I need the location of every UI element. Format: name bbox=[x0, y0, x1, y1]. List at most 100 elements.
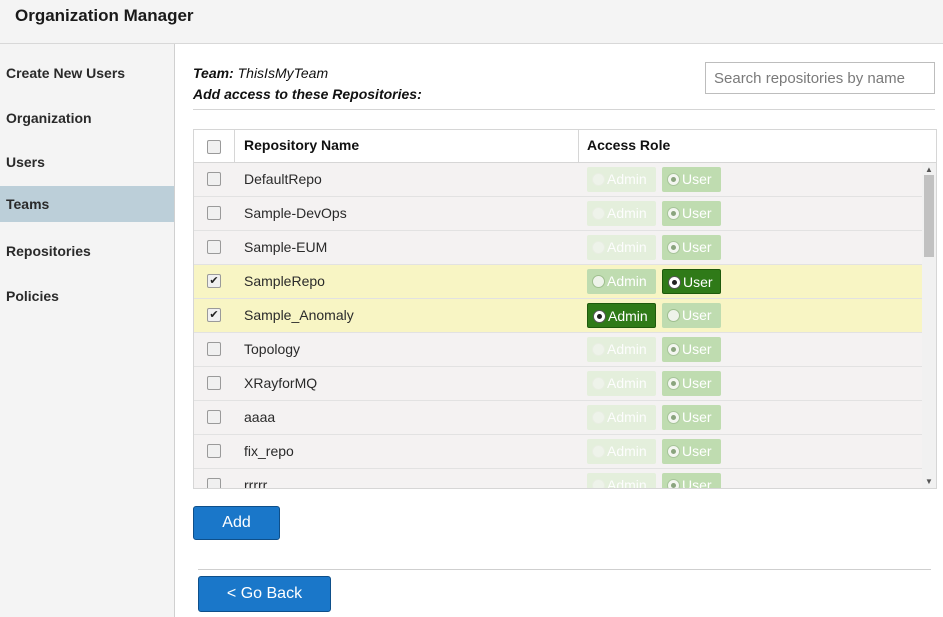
repository-name: SampleRepo bbox=[244, 273, 325, 289]
column-divider bbox=[578, 130, 579, 163]
page-title: Organization Manager bbox=[15, 6, 194, 25]
user-role-radio[interactable]: User bbox=[662, 201, 721, 226]
user-role-radio[interactable]: User bbox=[662, 405, 721, 430]
repository-name: Sample-DevOps bbox=[244, 205, 347, 221]
admin-role-label: Admin bbox=[607, 205, 647, 221]
user-role-radio[interactable]: User bbox=[662, 337, 721, 362]
app-header: Organization Manager bbox=[0, 0, 943, 44]
table-row[interactable]: DefaultRepo Admin User bbox=[194, 163, 922, 197]
user-role-label: User bbox=[682, 477, 712, 489]
radio-icon bbox=[592, 377, 605, 390]
user-role-radio[interactable]: User bbox=[662, 473, 721, 489]
admin-role-label: Admin bbox=[607, 477, 647, 489]
row-checkbox[interactable] bbox=[207, 444, 221, 458]
user-role-label: User bbox=[682, 409, 712, 425]
sidebar-item-create-new-users[interactable]: Create New Users bbox=[0, 55, 174, 91]
table-row[interactable]: Sample-DevOps Admin User bbox=[194, 197, 922, 231]
radio-icon bbox=[592, 275, 605, 288]
main-content: Team: ThisIsMyTeam Add access to these R… bbox=[175, 44, 943, 617]
row-checkbox[interactable] bbox=[207, 342, 221, 356]
table-header: Repository Name Access Role bbox=[194, 130, 936, 163]
admin-role-radio[interactable]: Admin bbox=[587, 371, 656, 396]
radio-icon bbox=[592, 445, 605, 458]
table-row[interactable]: fix_repo Admin User bbox=[194, 435, 922, 469]
go-back-button[interactable]: < Go Back bbox=[198, 576, 331, 612]
repository-name: Sample_Anomaly bbox=[244, 307, 354, 323]
row-checkbox[interactable] bbox=[207, 172, 221, 186]
admin-role-radio[interactable]: Admin bbox=[587, 405, 656, 430]
table-row[interactable]: ✔ SampleRepo Admin User bbox=[194, 265, 922, 299]
user-role-radio[interactable]: User bbox=[662, 235, 721, 260]
admin-role-label: Admin bbox=[607, 409, 647, 425]
user-role-label: User bbox=[682, 205, 712, 221]
row-checkbox[interactable] bbox=[207, 206, 221, 220]
user-role-label: User bbox=[682, 239, 712, 255]
row-checkbox[interactable] bbox=[207, 376, 221, 390]
user-role-label: User bbox=[682, 375, 712, 391]
table-row[interactable]: XRayforMQ Admin User bbox=[194, 367, 922, 401]
sidebar-item-teams[interactable]: Teams bbox=[0, 186, 174, 222]
user-role-label: User bbox=[683, 274, 713, 290]
admin-role-label: Admin bbox=[607, 375, 647, 391]
admin-role-radio[interactable]: Admin bbox=[587, 473, 656, 489]
admin-role-radio-selected[interactable]: Admin bbox=[587, 303, 656, 328]
sidebar-item-users[interactable]: Users bbox=[0, 144, 174, 180]
repository-name: fix_repo bbox=[244, 443, 294, 459]
select-all-checkbox[interactable] bbox=[207, 140, 221, 154]
table-scrollbar[interactable]: ▲ ▼ bbox=[922, 163, 936, 488]
table-row[interactable]: rrrrr Admin User bbox=[194, 469, 922, 489]
repository-name: aaaa bbox=[244, 409, 276, 425]
radio-icon bbox=[667, 207, 680, 220]
row-checkbox[interactable] bbox=[207, 410, 221, 424]
radio-icon bbox=[667, 445, 680, 458]
radio-icon bbox=[667, 309, 680, 322]
admin-role-radio[interactable]: Admin bbox=[587, 167, 656, 192]
row-checkbox-checked[interactable]: ✔ bbox=[207, 308, 221, 322]
radio-selected-icon bbox=[593, 310, 606, 323]
radio-icon bbox=[592, 411, 605, 424]
sidebar-item-organization[interactable]: Organization bbox=[0, 100, 174, 136]
table-row[interactable]: aaaa Admin User bbox=[194, 401, 922, 435]
admin-role-radio[interactable]: Admin bbox=[587, 201, 656, 226]
admin-role-label: Admin bbox=[607, 239, 647, 255]
scroll-down-arrow-icon[interactable]: ▼ bbox=[925, 477, 933, 486]
radio-icon bbox=[667, 173, 680, 186]
admin-role-radio[interactable]: Admin bbox=[587, 439, 656, 464]
repository-name: rrrrr bbox=[244, 477, 268, 489]
column-divider bbox=[234, 130, 235, 163]
divider bbox=[198, 569, 931, 570]
admin-role-label: Admin bbox=[607, 171, 647, 187]
radio-icon bbox=[667, 479, 680, 488]
user-role-radio[interactable]: User bbox=[662, 371, 721, 396]
radio-icon bbox=[592, 173, 605, 186]
user-role-radio[interactable]: User bbox=[662, 303, 721, 328]
sidebar-item-policies[interactable]: Policies bbox=[0, 278, 174, 314]
search-input[interactable] bbox=[705, 62, 935, 94]
row-checkbox[interactable] bbox=[207, 478, 221, 488]
column-header-repository-name[interactable]: Repository Name bbox=[244, 130, 359, 163]
table-row[interactable]: Topology Admin User bbox=[194, 333, 922, 367]
user-role-label: User bbox=[682, 171, 712, 187]
scroll-up-arrow-icon[interactable]: ▲ bbox=[925, 165, 933, 174]
radio-icon bbox=[667, 241, 680, 254]
user-role-radio[interactable]: User bbox=[662, 167, 721, 192]
divider bbox=[193, 109, 935, 110]
add-button[interactable]: Add bbox=[193, 506, 280, 540]
row-checkbox[interactable] bbox=[207, 240, 221, 254]
table-row[interactable]: Sample-EUM Admin User bbox=[194, 231, 922, 265]
column-header-access-role[interactable]: Access Role bbox=[587, 130, 670, 163]
user-role-label: User bbox=[682, 341, 712, 357]
radio-icon bbox=[667, 343, 680, 356]
user-role-radio[interactable]: User bbox=[662, 439, 721, 464]
admin-role-radio[interactable]: Admin bbox=[587, 269, 656, 294]
sidebar-item-repositories[interactable]: Repositories bbox=[0, 233, 174, 269]
team-label: Team: bbox=[193, 65, 234, 81]
repository-name: Sample-EUM bbox=[244, 239, 328, 255]
admin-role-radio[interactable]: Admin bbox=[587, 235, 656, 260]
row-checkbox-checked[interactable]: ✔ bbox=[207, 274, 221, 288]
table-row[interactable]: ✔ Sample_Anomaly Admin User bbox=[194, 299, 922, 333]
admin-role-radio[interactable]: Admin bbox=[587, 337, 656, 362]
user-role-radio-selected[interactable]: User bbox=[662, 269, 721, 294]
add-access-label: Add access to these Repositories: bbox=[193, 86, 422, 102]
scrollbar-thumb[interactable] bbox=[924, 175, 934, 257]
